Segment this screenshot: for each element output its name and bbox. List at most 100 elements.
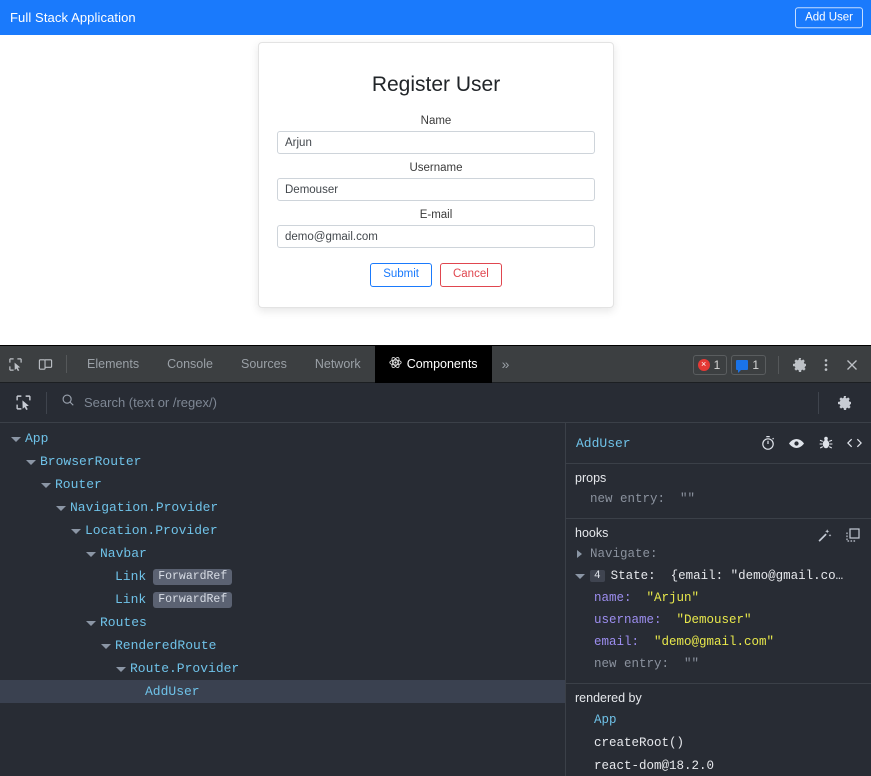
tree-node-label: BrowserRouter xyxy=(40,454,142,469)
chevron-down-icon[interactable] xyxy=(70,525,82,537)
bug-icon[interactable] xyxy=(817,435,834,452)
chevron-right-icon[interactable] xyxy=(574,548,586,560)
tree-node-label: Routes xyxy=(100,615,147,630)
hook-value: "Arjun" xyxy=(631,591,700,605)
tree-node-label: Router xyxy=(55,477,102,492)
tree-node-renderedroute[interactable]: RenderedRoute xyxy=(0,634,565,657)
eye-icon[interactable] xyxy=(788,435,805,452)
error-count-badge[interactable]: × 1 xyxy=(692,354,728,375)
components-settings-gear-icon[interactable] xyxy=(819,395,871,411)
hook-key: Navigate: xyxy=(590,547,658,561)
app-navbar: Full Stack Application Add User xyxy=(0,0,871,35)
email-input[interactable] xyxy=(277,225,595,248)
tree-node-label: Link xyxy=(115,592,147,607)
components-toolbar xyxy=(0,383,871,423)
tree-node-app[interactable]: App xyxy=(0,427,565,450)
hook-key: State: xyxy=(610,569,656,583)
username-input[interactable] xyxy=(277,178,595,201)
hook-value: "" xyxy=(669,657,700,671)
name-input[interactable] xyxy=(277,131,595,154)
cancel-button[interactable]: Cancel xyxy=(439,263,502,287)
tree-node-label: RenderedRoute xyxy=(115,638,217,653)
error-icon: × xyxy=(697,358,710,371)
chevron-down-icon[interactable] xyxy=(85,617,97,629)
tree-node-router[interactable]: Router xyxy=(0,473,565,496)
tree-node-navbar[interactable]: Navbar xyxy=(0,542,565,565)
selected-component-name: AddUser xyxy=(576,435,631,451)
tree-node-routes[interactable]: Routes xyxy=(0,611,565,634)
username-label: Username xyxy=(409,162,463,174)
tab-network[interactable]: Network xyxy=(301,346,375,383)
tree-node-adduser[interactable]: AddUser xyxy=(0,680,565,703)
props-entry-key: new entry xyxy=(590,492,658,506)
stopwatch-icon[interactable] xyxy=(759,435,776,452)
tree-node-link[interactable]: Link ForwardRef xyxy=(0,565,565,588)
props-section: props new entry: "" xyxy=(566,464,871,519)
copy-icon[interactable] xyxy=(845,527,861,543)
hook-key: name: xyxy=(594,591,632,605)
chevron-down-icon[interactable] xyxy=(10,433,22,445)
kebab-menu-icon[interactable] xyxy=(813,352,839,378)
close-icon[interactable] xyxy=(839,352,865,378)
tree-node-badge: ForwardRef xyxy=(153,591,233,608)
chevron-down-icon[interactable] xyxy=(25,456,37,468)
add-user-button[interactable]: Add User xyxy=(795,6,863,29)
tree-node-location-provider[interactable]: Location.Provider xyxy=(0,519,565,542)
tab-components[interactable]: Components xyxy=(374,345,492,383)
hook-row[interactable]: new entry: "" xyxy=(566,653,871,675)
hook-key: email: xyxy=(594,635,640,649)
gear-icon[interactable] xyxy=(787,352,813,378)
chevron-down-icon[interactable] xyxy=(85,548,97,560)
tree-node-navigation-provider[interactable]: Navigation.Provider xyxy=(0,496,565,519)
toolbar-right-divider xyxy=(778,355,779,374)
tab-sources[interactable]: Sources xyxy=(227,346,301,383)
components-panes: App BrowserRouter Router Navigation.Provide… xyxy=(0,423,871,776)
tree-node-label: Link xyxy=(115,569,147,584)
tree-node-link[interactable]: Link ForwardRef xyxy=(0,588,565,611)
hook-row[interactable]: username: "Demouser" xyxy=(566,609,871,631)
tree-node-label: App xyxy=(25,431,49,446)
devtools-toolbar-right: × 1 1 xyxy=(692,346,865,383)
error-count-label: 1 xyxy=(713,357,721,372)
inspect-element-icon[interactable] xyxy=(0,351,30,377)
select-component-icon[interactable] xyxy=(0,394,46,411)
chevron-down-icon[interactable] xyxy=(115,663,127,675)
rendered-by-line[interactable]: App xyxy=(566,708,871,731)
props-entry-row[interactable]: new entry: "" xyxy=(566,488,871,510)
message-count-badge[interactable]: 1 xyxy=(731,354,766,375)
chevron-down-icon[interactable] xyxy=(40,479,52,491)
tab-elements[interactable]: Elements xyxy=(73,346,153,383)
components-search-area xyxy=(47,393,818,412)
detail-header: AddUser xyxy=(566,423,871,464)
more-tabs-button[interactable]: » xyxy=(492,346,520,383)
tab-console[interactable]: Console xyxy=(153,346,227,383)
source-code-icon[interactable] xyxy=(846,435,863,452)
component-tree[interactable]: App BrowserRouter Router Navigation.Provide… xyxy=(0,423,566,776)
hook-row[interactable]: name: "Arjun" xyxy=(566,587,871,609)
search-input[interactable] xyxy=(84,395,818,410)
hook-row[interactable]: 4 State: {email: "demo@gmail.co… xyxy=(566,565,871,587)
react-atom-icon xyxy=(389,356,402,372)
devtools-panel: Elements Console Sources Network Compone… xyxy=(0,345,871,776)
chevron-down-icon[interactable] xyxy=(55,502,67,514)
rendered-by-line: createRoot() xyxy=(594,735,685,750)
magic-wand-icon[interactable] xyxy=(816,527,832,543)
tab-elements-label: Elements xyxy=(87,357,140,371)
props-entry-value: "" xyxy=(680,492,696,506)
tab-console-label: Console xyxy=(167,357,213,371)
submit-button[interactable]: Submit xyxy=(370,263,432,287)
chevron-down-icon[interactable] xyxy=(100,640,112,652)
hook-row[interactable]: Navigate: xyxy=(566,543,871,565)
tree-node-browserrouter[interactable]: BrowserRouter xyxy=(0,450,565,473)
hook-row[interactable]: email: "demo@gmail.com" xyxy=(566,631,871,653)
register-user-card: Register User Name Username E-mail Submi… xyxy=(258,42,614,308)
rendered-by-section: rendered by App createRoot() react-dom@18.… xyxy=(566,684,871,776)
devtools-tab-list: Elements Console Sources Network Compone… xyxy=(73,345,492,383)
tree-node-route-provider[interactable]: Route.Provider xyxy=(0,657,565,680)
chevron-down-icon[interactable] xyxy=(574,570,586,582)
tab-network-label: Network xyxy=(314,357,361,371)
device-toolbar-icon[interactable] xyxy=(30,351,60,377)
